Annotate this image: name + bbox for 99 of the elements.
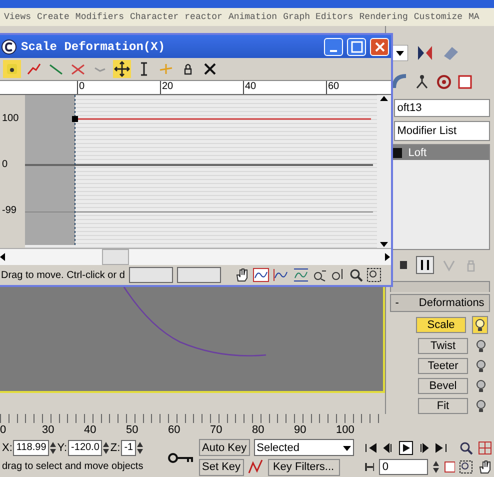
zoom-value-extents-icon[interactable]: [292, 268, 309, 282]
region-zoom-icon[interactable]: [459, 460, 473, 474]
frame-field[interactable]: 0: [379, 459, 428, 475]
axis-label: -99: [2, 205, 16, 216]
key-filters-button[interactable]: Key Filters...: [268, 458, 340, 476]
go-to-start-icon[interactable]: [365, 442, 377, 452]
frame-label: 60: [168, 424, 182, 436]
window-title: Scale Deformation(X): [21, 40, 166, 54]
deformation-button[interactable]: Teeter: [418, 358, 468, 374]
frame-label: 70: [210, 424, 224, 436]
key-curve-icon[interactable]: [248, 459, 264, 475]
frame-label: 100: [336, 424, 356, 436]
rollout-title: Deformations: [418, 297, 484, 309]
horizontal-scrollbar[interactable]: [0, 248, 391, 265]
scroll-thumb[interactable]: [102, 249, 128, 265]
show-end-result-icon[interactable]: [416, 256, 434, 274]
close-button[interactable]: [370, 38, 389, 56]
scroll-right-icon[interactable]: [385, 253, 391, 261]
frame-label: 90: [294, 424, 308, 436]
dropdown-arrow-icon[interactable]: [392, 45, 408, 61]
display-icon[interactable]: [458, 74, 472, 90]
menu-item[interactable]: Graph Editors: [283, 12, 354, 22]
menu-item[interactable]: reactor: [184, 12, 222, 22]
minimize-button[interactable]: [324, 38, 343, 56]
key-icon[interactable]: [168, 452, 194, 464]
zoom-region-icon[interactable]: [366, 268, 381, 282]
zoom-extents-icon[interactable]: [252, 268, 269, 282]
coordinate-field[interactable]: -1: [121, 440, 136, 456]
wheel-icon[interactable]: [436, 74, 452, 90]
bulb-icon[interactable]: [474, 378, 488, 394]
coordinate-label: Y:: [57, 442, 68, 454]
time-config-icon[interactable]: [444, 461, 455, 473]
status-message: drag to select and move objects: [1, 460, 144, 474]
axis-label: 60: [326, 81, 409, 94]
rollout-header[interactable]: - Deformations: [390, 294, 490, 312]
maximize-icon: [350, 40, 362, 52]
axis-label: 40: [243, 81, 326, 94]
vertical-scrollbar[interactable]: [377, 95, 391, 248]
maximize-button[interactable]: [347, 38, 366, 56]
axis-label: 100: [2, 113, 19, 124]
zoom-horizontal-icon[interactable]: [312, 268, 327, 282]
deformation-button[interactable]: Bevel: [418, 378, 468, 394]
menu-item[interactable]: Modifiers: [75, 12, 124, 22]
coordinate-label: X:: [2, 442, 12, 454]
hierarchy-icon[interactable]: [414, 74, 430, 90]
coordinate-field[interactable]: -120.0: [68, 440, 102, 456]
frame-label: 80: [252, 424, 266, 436]
axis-label: 20: [160, 81, 243, 94]
zoom-vertical-icon[interactable]: [330, 268, 345, 282]
coordinate-label: Z:: [110, 442, 120, 454]
status-message: Drag to move. Ctrl-click or d: [1, 270, 125, 280]
menu-item[interactable]: MA: [468, 12, 480, 22]
menu-item[interactable]: Customize: [414, 12, 462, 22]
close-icon: [374, 40, 386, 52]
frame-label: 0: [0, 424, 8, 436]
deformation-button[interactable]: Twist: [418, 338, 468, 354]
auto-key-button[interactable]: Auto Key: [199, 439, 250, 456]
deformation-button[interactable]: Scale: [416, 317, 466, 333]
bulb-icon[interactable]: [474, 338, 488, 354]
collapse-sign[interactable]: -: [395, 297, 399, 309]
bulb-icon[interactable]: [474, 358, 488, 374]
bulb-icon[interactable]: [472, 316, 488, 334]
frame-label: 30: [42, 424, 56, 436]
axis-label: 0: [2, 159, 8, 170]
pipe-icon[interactable]: [392, 74, 408, 90]
menu-item[interactable]: Rendering: [359, 12, 408, 22]
pan-hand-icon[interactable]: [478, 460, 492, 474]
key-mode-dropdown[interactable]: Selected: [254, 439, 354, 456]
menu-item[interactable]: Animation: [228, 12, 278, 22]
play-icon[interactable]: [399, 440, 413, 454]
value-field[interactable]: [176, 267, 221, 283]
zoom-icon[interactable]: [459, 440, 473, 454]
bulb-icon[interactable]: [474, 398, 488, 414]
set-key-button[interactable]: Set Key: [199, 458, 244, 476]
modifier-list-dropdown[interactable]: Modifier List: [394, 121, 490, 141]
zoom-extents-icon[interactable]: [478, 440, 492, 454]
next-frame-icon[interactable]: [418, 442, 430, 452]
zoom-horizontal-extents-icon[interactable]: [272, 268, 289, 282]
move-icon[interactable]: [113, 60, 131, 78]
app-icon: [1, 38, 17, 54]
value-field[interactable]: [128, 267, 173, 283]
zoom-icon[interactable]: [348, 268, 363, 282]
go-to-end-icon[interactable]: [435, 442, 447, 452]
scroll-left-icon[interactable]: [0, 253, 5, 261]
previous-frame-icon[interactable]: [382, 442, 394, 452]
minimize-icon: [330, 50, 337, 52]
spinner-icon[interactable]: [433, 460, 439, 474]
pan-hand-icon[interactable]: [234, 268, 249, 282]
deformation-button[interactable]: Fit: [418, 398, 468, 414]
key-mode-icon[interactable]: [365, 462, 374, 472]
menu-item[interactable]: Views: [4, 12, 32, 22]
coordinate-field[interactable]: 118.99: [13, 440, 50, 456]
frame-label: 50: [126, 424, 140, 436]
menu-item[interactable]: Create: [37, 12, 70, 22]
object-name-field[interactable]: oft13: [394, 99, 490, 117]
mirror-icon[interactable]: [416, 44, 434, 62]
axis-label: 0: [77, 81, 160, 94]
frame-label: 40: [84, 424, 98, 436]
menu-item[interactable]: Character: [130, 12, 179, 22]
